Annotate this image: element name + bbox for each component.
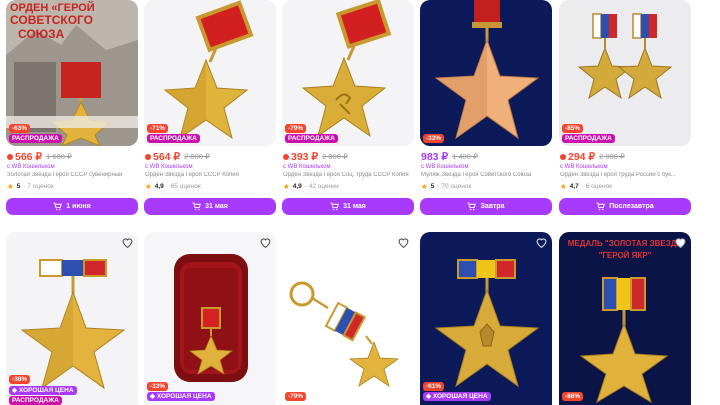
svg-text:"ГЕРОЙ ЯКР": "ГЕРОЙ ЯКР": [599, 251, 652, 260]
product-image[interactable]: -33%: [420, 0, 552, 146]
product-image[interactable]: МЕДАЛЬ "ЗОЛОТАЯ ЗВЕЗДА "ГЕРОЙ ЯКР" -86%: [559, 232, 691, 405]
sale-badge: РАСПРОДАЖА: [285, 134, 338, 143]
favorite-button[interactable]: [534, 235, 548, 249]
favorite-button[interactable]: [396, 235, 410, 249]
favorite-button[interactable]: [673, 235, 687, 249]
wallet-note: с WB Кошельком: [145, 164, 193, 170]
sale-badge: РАСПРОДАЖА: [147, 134, 200, 143]
old-price: 1 600 ₽: [46, 152, 72, 161]
rating: ★ 5 · 7 оценок: [7, 182, 54, 191]
rating: ★ 4,7 · 6 оценок: [560, 182, 613, 191]
heart-icon: [260, 237, 270, 248]
add-to-cart-button[interactable]: 31 мая: [282, 198, 414, 215]
star-icon: ★: [560, 182, 567, 191]
good-price-badge: ◆ ХОРОШАЯ ЦЕНА: [9, 385, 77, 395]
wallet-note: с WB Кошельком: [283, 164, 331, 170]
product-image[interactable]: -79%: [282, 232, 414, 405]
star-icon: ★: [145, 182, 152, 191]
cart-icon: [53, 202, 63, 211]
good-price-badge: ◆ ХОРОШАЯ ЦЕНА: [423, 392, 491, 401]
add-to-cart-button[interactable]: Завтра: [420, 198, 552, 215]
rating: ★ 4,9 · 42 оценки: [283, 182, 339, 191]
star-icon: ★: [421, 182, 428, 191]
heart-icon: [122, 237, 132, 248]
medal-photo: [282, 232, 414, 405]
svg-text:СОВЕТСКОГО: СОВЕТСКОГО: [10, 13, 93, 27]
product-image[interactable]: -38% ◆ ХОРОШАЯ ЦЕНА РАСПРОДАЖА: [6, 232, 138, 405]
product-title[interactable]: Орден Звезда Героя труда России с бук...: [560, 172, 692, 178]
product-image[interactable]: -85% РАСПРОДАЖА: [559, 0, 691, 146]
price: 294 ₽: [560, 151, 595, 163]
product-title[interactable]: Орден Звезда Героя СССР Копия: [145, 172, 277, 178]
add-to-cart-button[interactable]: 31 мая: [144, 198, 276, 215]
discount-badge: -33%: [423, 134, 445, 143]
sale-badge: РАСПРОДАЖА: [562, 134, 615, 143]
svg-text:МЕДАЛЬ "ЗОЛОТАЯ ЗВЕЗДА: МЕДАЛЬ "ЗОЛОТАЯ ЗВЕЗДА: [568, 239, 683, 248]
old-price: 1 400 ₽: [452, 152, 478, 161]
old-price: 2 000 ₽: [322, 152, 348, 161]
discount-badge: -63%: [9, 123, 31, 133]
discount-badge: -71%: [147, 123, 169, 133]
favorite-button[interactable]: [258, 235, 272, 249]
old-price: 2 000 ₽: [184, 152, 210, 161]
good-price-badge: ◆ ХОРОШАЯ ЦЕНА: [147, 392, 215, 401]
discount-badge: -61%: [423, 381, 445, 391]
cart-icon: [192, 202, 201, 211]
heart-icon: [536, 237, 546, 248]
cart-icon: [596, 202, 606, 211]
price: 393 ₽: [283, 151, 318, 163]
discount-badge: -85%: [562, 123, 584, 133]
heart-icon: [675, 237, 685, 248]
rating: ★ 4,9 · 65 оценок: [145, 182, 201, 191]
star-icon: ★: [283, 182, 290, 191]
star-icon: ★: [7, 182, 14, 191]
medal-photo: МЕДАЛЬ "ЗОЛОТАЯ ЗВЕЗДА "ГЕРОЙ ЯКР": [559, 232, 691, 405]
cart-icon: [467, 202, 477, 211]
discount-badge: -33%: [147, 381, 169, 391]
product-title[interactable]: Золотая Звезда Героя СССР сувенирный: [7, 172, 139, 178]
product-image[interactable]: -33% ◆ ХОРОШАЯ ЦЕНА: [144, 232, 276, 405]
rating: ★ 5 · 70 оценок: [421, 182, 472, 191]
product-image[interactable]: -61% ◆ ХОРОШАЯ ЦЕНА: [420, 232, 552, 405]
wallet-dot-icon: [560, 153, 566, 160]
wallet-note: с WB Кошельком: [7, 164, 55, 170]
discount-badge: -38%: [9, 375, 31, 384]
discount-badge: -79%: [285, 392, 307, 401]
wallet-dot-icon: [7, 153, 13, 160]
favorite-button[interactable]: [120, 235, 134, 249]
heart-icon: [398, 237, 408, 248]
wallet-note: с WB Кошельком: [560, 164, 608, 170]
cart-icon: [330, 202, 339, 211]
product-title[interactable]: Орден Звезда Героя Соц. труда СССР Копия: [283, 172, 415, 178]
discount-badge: -86%: [562, 392, 584, 401]
product-image[interactable]: ОРДЕН «ГЕРОЙ СОВЕТСКОГО СОЮЗА -63% РАСПР…: [6, 0, 138, 146]
svg-text:СОЮЗА: СОЮЗА: [18, 27, 65, 41]
old-price: 2 000 ₽: [599, 152, 625, 161]
product-image[interactable]: -71% РАСПРОДАЖА: [144, 0, 276, 146]
medal-photo: [420, 0, 552, 146]
discount-badge: -79%: [285, 123, 307, 133]
price: 564 ₽: [145, 151, 180, 163]
add-to-cart-button[interactable]: 1 июня: [6, 198, 138, 215]
price: 983 ₽: [421, 150, 449, 163]
add-to-cart-button[interactable]: Послезавтра: [559, 198, 691, 215]
product-title[interactable]: Муляж Звезда Героя Советского Союза: [421, 172, 553, 178]
wallet-dot-icon: [283, 153, 289, 160]
wallet-dot-icon: [145, 153, 151, 160]
sale-badge: РАСПРОДАЖА: [9, 396, 62, 405]
price: 566 ₽: [7, 151, 42, 163]
wallet-note: с WB Кошельком: [421, 164, 469, 170]
product-image[interactable]: -79% РАСПРОДАЖА: [282, 0, 414, 146]
sale-badge: РАСПРОДАЖА: [9, 134, 62, 143]
